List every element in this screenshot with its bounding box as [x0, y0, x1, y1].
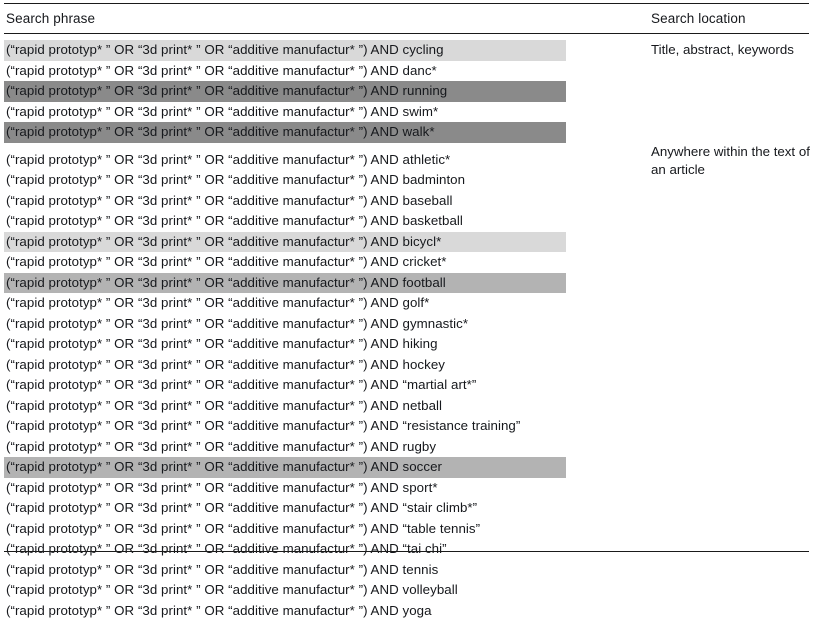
search-phrase-cell: (“rapid prototyp* ” OR “3d print* ” OR “…: [6, 81, 447, 102]
table-body: (“rapid prototyp* ” OR “3d print* ” OR “…: [0, 40, 815, 621]
search-phrase-cell: (“rapid prototyp* ” OR “3d print* ” OR “…: [6, 396, 442, 417]
search-location-value-1: Title, abstract, keywords: [651, 41, 815, 59]
search-phrase-cell: (“rapid prototyp* ” OR “3d print* ” OR “…: [6, 478, 438, 499]
table-row: (“rapid prototyp* ” OR “3d print* ” OR “…: [0, 519, 815, 540]
table-row: (“rapid prototyp* ” OR “3d print* ” OR “…: [0, 580, 815, 601]
search-phrase-cell: (“rapid prototyp* ” OR “3d print* ” OR “…: [6, 122, 435, 143]
column-header-search-phrase: Search phrase: [6, 9, 95, 29]
table-row: (“rapid prototyp* ” OR “3d print* ” OR “…: [0, 314, 815, 335]
search-phrase-cell: (“rapid prototyp* ” OR “3d print* ” OR “…: [6, 375, 476, 396]
search-phrase-cell: (“rapid prototyp* ” OR “3d print* ” OR “…: [6, 437, 436, 458]
search-phrase-cell: (“rapid prototyp* ” OR “3d print* ” OR “…: [6, 601, 432, 621]
table-row: (“rapid prototyp* ” OR “3d print* ” OR “…: [0, 478, 815, 499]
search-phrase-cell: (“rapid prototyp* ” OR “3d print* ” OR “…: [6, 560, 438, 581]
search-phrase-cell: (“rapid prototyp* ” OR “3d print* ” OR “…: [6, 498, 477, 519]
table-row: (“rapid prototyp* ” OR “3d print* ” OR “…: [0, 211, 815, 232]
search-phrase-cell: (“rapid prototyp* ” OR “3d print* ” OR “…: [6, 40, 444, 61]
table-row: (“rapid prototyp* ” OR “3d print* ” OR “…: [0, 396, 815, 417]
table-row: (“rapid prototyp* ” OR “3d print* ” OR “…: [0, 61, 815, 82]
table-row: (“rapid prototyp* ” OR “3d print* ” OR “…: [0, 102, 815, 123]
search-phrase-cell: (“rapid prototyp* ” OR “3d print* ” OR “…: [6, 314, 468, 335]
search-phrase-cell: (“rapid prototyp* ” OR “3d print* ” OR “…: [6, 170, 465, 191]
table-row: (“rapid prototyp* ” OR “3d print* ” OR “…: [0, 416, 815, 437]
table-header-rule: [4, 33, 809, 34]
column-header-search-location: Search location: [651, 9, 746, 29]
table-row: (“rapid prototyp* ” OR “3d print* ” OR “…: [0, 498, 815, 519]
search-phrase-cell: (“rapid prototyp* ” OR “3d print* ” OR “…: [6, 539, 447, 560]
search-phrase-cell: (“rapid prototyp* ” OR “3d print* ” OR “…: [6, 102, 438, 123]
table-row: (“rapid prototyp* ” OR “3d print* ” OR “…: [0, 560, 815, 581]
search-phrase-cell: (“rapid prototyp* ” OR “3d print* ” OR “…: [6, 252, 447, 273]
table-row: (“rapid prototyp* ” OR “3d print* ” OR “…: [0, 437, 815, 458]
table-row: (“rapid prototyp* ” OR “3d print* ” OR “…: [0, 539, 815, 560]
search-phrase-cell: (“rapid prototyp* ” OR “3d print* ” OR “…: [6, 150, 450, 171]
table-row: (“rapid prototyp* ” OR “3d print* ” OR “…: [0, 334, 815, 355]
search-phrase-cell: (“rapid prototyp* ” OR “3d print* ” OR “…: [6, 273, 446, 294]
search-strategy-table: Search phrase Search location (“rapid pr…: [0, 0, 815, 562]
table-row: (“rapid prototyp* ” OR “3d print* ” OR “…: [0, 457, 815, 478]
search-location-value-2: Anywhere within the text of an article: [651, 143, 815, 178]
table-row: (“rapid prototyp* ” OR “3d print* ” OR “…: [0, 122, 815, 143]
table-row: (“rapid prototyp* ” OR “3d print* ” OR “…: [0, 601, 815, 621]
table-row: (“rapid prototyp* ” OR “3d print* ” OR “…: [0, 81, 815, 102]
search-phrase-cell: (“rapid prototyp* ” OR “3d print* ” OR “…: [6, 232, 441, 253]
table-top-rule: [4, 3, 809, 4]
table-row: (“rapid prototyp* ” OR “3d print* ” OR “…: [0, 191, 815, 212]
table-row: (“rapid prototyp* ” OR “3d print* ” OR “…: [0, 293, 815, 314]
search-phrase-cell: (“rapid prototyp* ” OR “3d print* ” OR “…: [6, 457, 442, 478]
table-row: (“rapid prototyp* ” OR “3d print* ” OR “…: [0, 232, 815, 253]
table-row: (“rapid prototyp* ” OR “3d print* ” OR “…: [0, 355, 815, 376]
search-phrase-cell: (“rapid prototyp* ” OR “3d print* ” OR “…: [6, 355, 445, 376]
search-phrase-cell: (“rapid prototyp* ” OR “3d print* ” OR “…: [6, 519, 480, 540]
table-row: (“rapid prototyp* ” OR “3d print* ” OR “…: [0, 273, 815, 294]
table-header-row: Search phrase Search location: [0, 9, 815, 31]
search-phrase-cell: (“rapid prototyp* ” OR “3d print* ” OR “…: [6, 580, 458, 601]
search-phrase-cell: (“rapid prototyp* ” OR “3d print* ” OR “…: [6, 61, 437, 82]
search-phrase-cell: (“rapid prototyp* ” OR “3d print* ” OR “…: [6, 191, 452, 212]
table-bottom-rule: [4, 551, 809, 552]
search-phrase-cell: (“rapid prototyp* ” OR “3d print* ” OR “…: [6, 211, 463, 232]
search-phrase-cell: (“rapid prototyp* ” OR “3d print* ” OR “…: [6, 293, 429, 314]
table-row: (“rapid prototyp* ” OR “3d print* ” OR “…: [0, 375, 815, 396]
search-phrase-cell: (“rapid prototyp* ” OR “3d print* ” OR “…: [6, 416, 520, 437]
search-phrase-cell: (“rapid prototyp* ” OR “3d print* ” OR “…: [6, 334, 438, 355]
table-row: (“rapid prototyp* ” OR “3d print* ” OR “…: [0, 252, 815, 273]
